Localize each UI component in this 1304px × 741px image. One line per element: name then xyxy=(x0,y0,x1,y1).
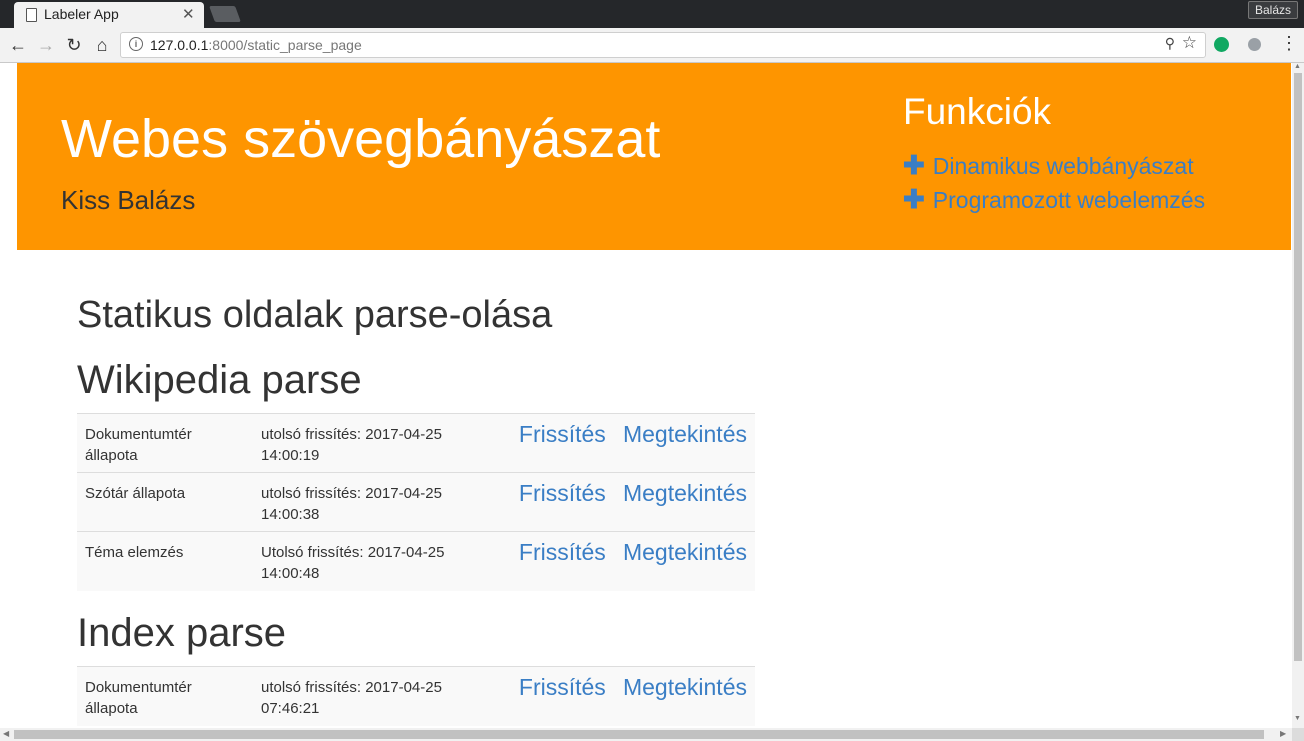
plus-icon: ✚ xyxy=(903,150,925,180)
view-link[interactable]: Megtekintés xyxy=(623,674,747,700)
scroll-right-icon[interactable]: ▶ xyxy=(1280,729,1286,738)
row-name: Szótár állapota xyxy=(77,472,253,532)
plus-icon: ✚ xyxy=(903,184,925,214)
refresh-link[interactable]: Frissítés xyxy=(519,539,606,565)
row-actions: Frissítés Megtekintés xyxy=(489,472,755,532)
scrollbar-corner xyxy=(1292,728,1304,741)
link-label: Dinamikus webbányászat xyxy=(932,153,1194,179)
link-label: Programozott webelemzés xyxy=(932,187,1206,213)
row-actions: Frissítés Megtekintés xyxy=(489,413,755,473)
page-title: Statikus oldalak parse-olása xyxy=(77,294,553,336)
row-date: utolsó frissítés: 2017-04-25 14:00:19 xyxy=(253,413,489,473)
close-tab-icon[interactable]: ✕ xyxy=(182,5,195,23)
section-title: Wikipedia parse xyxy=(77,358,362,402)
functions-heading: Funkciók xyxy=(903,91,1052,132)
extension-icon[interactable] xyxy=(1214,37,1229,52)
view-link[interactable]: Megtekintés xyxy=(623,539,747,565)
address-bar[interactable]: i 127.0.0.1:8000/static_parse_page ⚲ ☆ xyxy=(120,32,1206,58)
browser-tab-bar: Labeler App ✕ Balázs xyxy=(0,0,1304,28)
row-actions: Frissítés Megtekintés xyxy=(489,531,755,591)
row-name: Dokumentumtér állapota xyxy=(77,666,253,726)
site-title: Webes szövegbányászat xyxy=(61,109,661,169)
scroll-left-icon[interactable]: ◀ xyxy=(3,729,9,738)
profile-button[interactable]: Balázs xyxy=(1247,1,1298,19)
tab-title: Labeler App xyxy=(44,6,119,22)
refresh-link[interactable]: Frissítés xyxy=(519,674,606,700)
horizontal-scroll-thumb[interactable] xyxy=(14,730,1264,739)
link-dynamic-mining[interactable]: ✚ Dinamikus webbányászat xyxy=(903,150,1194,181)
row-date: utolsó frissítés: 2017-04-25 14:00:38 xyxy=(253,472,489,532)
document-icon xyxy=(26,8,37,22)
zoom-icon[interactable]: ⚲ xyxy=(1165,35,1175,52)
scroll-up-icon[interactable]: ▲ xyxy=(1294,63,1301,70)
table-row: Téma elemzés Utolsó frissítés: 2017-04-2… xyxy=(77,531,755,591)
new-tab-button[interactable] xyxy=(209,6,241,22)
refresh-link[interactable]: Frissítés xyxy=(519,480,606,506)
home-icon[interactable]: ⌂ xyxy=(90,33,114,57)
browser-menu-icon[interactable]: ⋮ xyxy=(1280,33,1298,54)
view-link[interactable]: Megtekintés xyxy=(623,480,747,506)
row-name: Dokumentumtér állapota xyxy=(77,413,253,473)
horizontal-scrollbar[interactable]: ◀ ▶ xyxy=(0,728,1292,741)
bookmark-star-icon[interactable]: ☆ xyxy=(1182,33,1197,53)
table-row: Dokumentumtér állapota utolsó frissítés:… xyxy=(77,666,755,726)
link-programmatic-analysis[interactable]: ✚ Programozott webelemzés xyxy=(903,184,1205,215)
author-name: Kiss Balázs xyxy=(61,185,196,215)
url-path: :8000/static_parse_page xyxy=(208,37,362,53)
back-arrow-icon[interactable]: ← xyxy=(6,33,30,57)
status-table: Dokumentumtér állapota utolsó frissítés:… xyxy=(77,666,755,726)
view-link[interactable]: Megtekintés xyxy=(623,421,747,447)
table-row: Szótár állapota utolsó frissítés: 2017-0… xyxy=(77,472,755,532)
url-host: 127.0.0.1 xyxy=(150,37,209,53)
reload-icon[interactable]: ↻ xyxy=(62,33,86,57)
forward-arrow-icon[interactable]: → xyxy=(34,33,58,57)
chat-extension-icon[interactable] xyxy=(1248,38,1261,51)
refresh-link[interactable]: Frissítés xyxy=(519,421,606,447)
browser-tab[interactable]: Labeler App ✕ xyxy=(14,2,204,28)
url-text: 127.0.0.1:8000/static_parse_page xyxy=(150,37,362,53)
header-banner: Webes szövegbányászat Kiss Balázs Funkci… xyxy=(17,63,1291,250)
row-name: Téma elemzés xyxy=(77,531,253,591)
vertical-scrollbar[interactable]: ▲ ▼ xyxy=(1292,63,1304,728)
row-actions: Frissítés Megtekintés xyxy=(489,666,755,726)
vertical-scroll-thumb[interactable] xyxy=(1294,73,1302,661)
row-date: utolsó frissítés: 2017-04-25 07:46:21 xyxy=(253,666,489,726)
table-row: Dokumentumtér állapota utolsó frissítés:… xyxy=(77,413,755,473)
status-table: Dokumentumtér állapota utolsó frissítés:… xyxy=(77,413,755,591)
browser-toolbar: ← → ↻ ⌂ i 127.0.0.1:8000/static_parse_pa… xyxy=(0,28,1304,63)
page-viewport: Webes szövegbányászat Kiss Balázs Funkci… xyxy=(0,63,1304,741)
section-title: Index parse xyxy=(77,611,287,655)
row-date: Utolsó frissítés: 2017-04-25 14:00:48 xyxy=(253,531,489,591)
scroll-down-icon[interactable]: ▼ xyxy=(1294,715,1301,722)
info-icon[interactable]: i xyxy=(129,37,143,51)
